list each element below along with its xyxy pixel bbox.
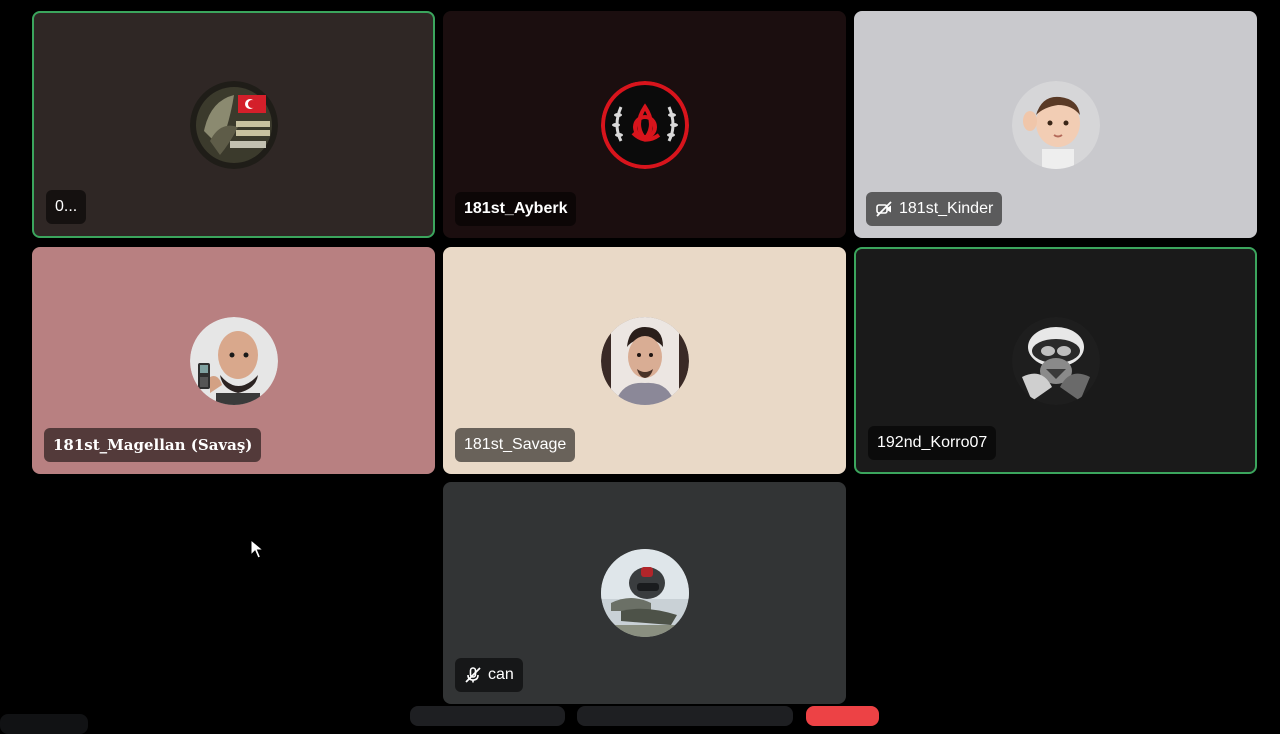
video-off-icon	[875, 200, 893, 218]
participant-name-0: 0...	[46, 190, 87, 224]
participant-name-3: 181st_Magellan (Savaş)	[44, 428, 262, 462]
wreath-triquetra-avatar	[600, 80, 689, 169]
mic-muted-icon	[464, 666, 482, 684]
participant-name-4: 181st_Savage	[455, 428, 576, 462]
participant-name-6: can	[455, 658, 523, 692]
participant-name-2: 181st_Kinder	[866, 192, 1003, 226]
participant-tile-1[interactable]: 181st_Ayberk	[443, 11, 846, 238]
participant-tile-0[interactable]: 0...	[32, 11, 435, 238]
participant-name-5: 192nd_Korro07	[868, 426, 997, 460]
participant-tile-6[interactable]: can	[443, 482, 846, 704]
video-controls-button[interactable]	[577, 706, 793, 726]
child-photo-avatar	[1011, 80, 1100, 169]
pilot-cat-avatar	[1011, 316, 1100, 405]
turf-badge-avatar	[189, 80, 278, 169]
participant-tile-4[interactable]: 181st_Savage	[443, 247, 846, 474]
man-with-phone-avatar	[189, 316, 278, 405]
bottom-left-control[interactable]	[0, 714, 88, 734]
participant-name-1: 181st_Ayberk	[455, 192, 577, 226]
mouse-cursor-icon	[250, 539, 264, 559]
audio-controls-button[interactable]	[410, 706, 565, 726]
leave-call-button[interactable]	[806, 706, 879, 726]
participant-tile-2[interactable]: 181st_Kinder	[854, 11, 1257, 238]
participant-tile-5[interactable]: 192nd_Korro07	[854, 247, 1257, 474]
fighter-pilot-avatar	[600, 549, 689, 637]
participant-tile-3[interactable]: 181st_Magellan (Savaş)	[32, 247, 435, 474]
young-man-portrait-avatar	[600, 316, 689, 405]
